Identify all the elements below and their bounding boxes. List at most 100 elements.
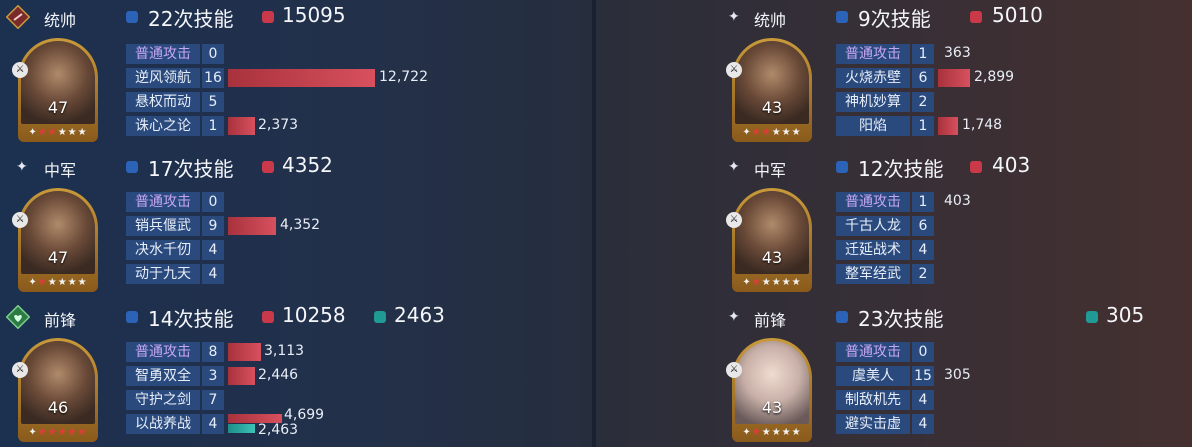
role-star-icon: ✦	[16, 159, 28, 175]
skill-count: 1	[912, 116, 934, 136]
skill-row[interactable]: 普通攻击 0	[126, 44, 226, 64]
skill-row[interactable]: 火烧赤壁 6	[836, 68, 936, 88]
skill-count: 7	[202, 390, 224, 410]
skill-count: 0	[202, 192, 224, 212]
star-rating-icon: ✦★★★★★	[28, 427, 88, 438]
skill-row[interactable]: 普通攻击 0	[126, 192, 226, 212]
skill-name: 避实击虚	[836, 414, 910, 434]
casts-count: 22次技能	[148, 7, 234, 31]
skill-name: 虞美人	[836, 366, 910, 386]
skill-row[interactable]: 普通攻击 1	[836, 44, 936, 64]
casts-legend-icon	[126, 11, 138, 23]
skill-row[interactable]: 避实击虚 4	[836, 414, 936, 434]
skill-name: 千古人龙	[836, 216, 910, 236]
damage-value: 2,373	[258, 117, 299, 133]
skill-row[interactable]: 普通攻击 8	[126, 342, 226, 362]
casts-count: 23次技能	[858, 307, 944, 331]
skill-name: 阳焰	[836, 116, 910, 136]
damage-legend-icon	[262, 311, 274, 323]
general-portrait[interactable]: ⚔ 43 ✦★★★★★	[726, 188, 812, 292]
skill-row[interactable]: 智勇双全 3	[126, 366, 226, 386]
casts-legend-icon	[836, 161, 848, 173]
skill-count: 0	[912, 342, 934, 362]
right-vanguard-header: ✦ 前锋 23次技能 305	[712, 300, 1192, 334]
skill-name: 火烧赤壁	[836, 68, 910, 88]
general-portrait[interactable]: ⚔ 46 ✦★★★★★	[12, 338, 98, 442]
casts-legend-icon	[836, 11, 848, 23]
skill-count: 5	[202, 92, 224, 112]
damage-value: 4,699	[284, 407, 325, 423]
role-label: 中军	[44, 161, 77, 180]
heal-total: 2463	[394, 303, 445, 327]
general-portrait[interactable]: ⚔ 47 ✦★★★★★	[12, 188, 98, 292]
casts-legend-icon	[836, 311, 848, 323]
skill-row[interactable]: 销兵偃武 9	[126, 216, 226, 236]
general-level: 43	[761, 398, 783, 417]
troop-type-icon: ⚔	[726, 362, 742, 378]
skill-name: 整军经武	[836, 264, 910, 284]
skill-row[interactable]: 悬权而动 5	[126, 92, 226, 112]
role-label: 统帅	[754, 11, 787, 30]
skill-count: 4	[202, 264, 224, 284]
skill-row[interactable]: 千古人龙 6	[836, 216, 936, 236]
skill-row[interactable]: 制敌机先 4	[836, 390, 936, 410]
left-vanguard-block[interactable]: 前锋 14次技能 10258 2463 ⚔ 46 ✦★★★★★ 普通攻击 8 3…	[0, 300, 592, 446]
skill-count: 0	[202, 44, 224, 64]
skill-row[interactable]: 普通攻击 1	[836, 192, 936, 212]
skill-count: 4	[912, 414, 934, 434]
skill-row[interactable]: 迁延战术 4	[836, 240, 936, 260]
role-star-icon: ✦	[728, 159, 740, 175]
commander-emblem-icon	[6, 5, 30, 29]
skill-row[interactable]: 诛心之论 1	[126, 116, 226, 136]
damage-value: 3,113	[264, 343, 305, 359]
skill-row[interactable]: 以战养战 4	[126, 414, 226, 434]
damage-legend-icon	[970, 161, 982, 173]
general-portrait[interactable]: ⚔ 43 ✦★★★★★	[726, 38, 812, 142]
skill-count: 8	[202, 342, 224, 362]
damage-bar	[938, 117, 958, 135]
general-portrait[interactable]: ⚔ 43 ✦★★★★★	[726, 338, 812, 442]
skill-row[interactable]: 决水千仞 4	[126, 240, 226, 260]
skill-name: 决水千仞	[126, 240, 200, 260]
right-vanguard-block[interactable]: ✦ 前锋 23次技能 305 ⚔ 43 ✦★★★★★ 普通攻击 0 虞美人 15…	[712, 300, 1192, 446]
troop-type-icon: ⚔	[12, 62, 28, 78]
role-star-icon: ✦	[728, 9, 740, 25]
skill-row[interactable]: 普通攻击 0	[836, 342, 936, 362]
damage-bar	[228, 367, 255, 385]
role-label: 前锋	[44, 311, 77, 330]
skill-row[interactable]: 守护之剑 7	[126, 390, 226, 410]
damage-total: 10258	[282, 303, 346, 327]
right-middle-block[interactable]: ✦ 中军 12次技能 403 ⚔ 43 ✦★★★★★ 普通攻击 1 403 千古…	[712, 150, 1192, 296]
skill-name: 智勇双全	[126, 366, 200, 386]
left-commander-block[interactable]: 统帅 22次技能 15095 ⚔ 47 ✦★★★★★ 普通攻击 0 逆风领航 1…	[0, 0, 592, 146]
left-middle-block[interactable]: ✦ 中军 17次技能 4352 ⚔ 47 ✦★★★★★ 普通攻击 0 销兵偃武 …	[0, 150, 592, 296]
general-portrait[interactable]: ⚔ 47 ✦★★★★★	[12, 38, 98, 142]
skill-row[interactable]: 动于九天 4	[126, 264, 226, 284]
skill-row[interactable]: 虞美人 15	[836, 366, 936, 386]
skill-count: 6	[912, 68, 934, 88]
skill-count: 2	[912, 92, 934, 112]
damage-legend-icon	[970, 11, 982, 23]
skill-name: 悬权而动	[126, 92, 200, 112]
troop-type-icon: ⚔	[12, 362, 28, 378]
skill-count: 4	[912, 390, 934, 410]
right-middle-header: ✦ 中军 12次技能 403	[712, 150, 1192, 184]
skill-count: 4	[202, 414, 224, 434]
right-commander-header: ✦ 统帅 9次技能 5010	[712, 0, 1192, 34]
damage-bar	[228, 343, 261, 361]
skill-row[interactable]: 神机妙算 2	[836, 92, 936, 112]
right-commander-block[interactable]: ✦ 统帅 9次技能 5010 ⚔ 43 ✦★★★★★ 普通攻击 1 363 火烧…	[712, 0, 1192, 146]
skill-row[interactable]: 整军经武 2	[836, 264, 936, 284]
skill-row[interactable]: 阳焰 1	[836, 116, 936, 136]
skill-row[interactable]: 逆风领航 16	[126, 68, 226, 88]
heal-legend-icon	[374, 311, 386, 323]
damage-value: 12,722	[379, 69, 428, 85]
role-label: 统帅	[44, 11, 77, 30]
general-level: 43	[761, 248, 783, 267]
role-star-icon: ✦	[728, 309, 740, 325]
damage-value: 363	[944, 45, 971, 61]
heal-value: 305	[944, 367, 971, 383]
heal-value: 2,463	[258, 422, 299, 438]
damage-total: 403	[992, 153, 1031, 177]
general-level: 46	[47, 398, 69, 417]
